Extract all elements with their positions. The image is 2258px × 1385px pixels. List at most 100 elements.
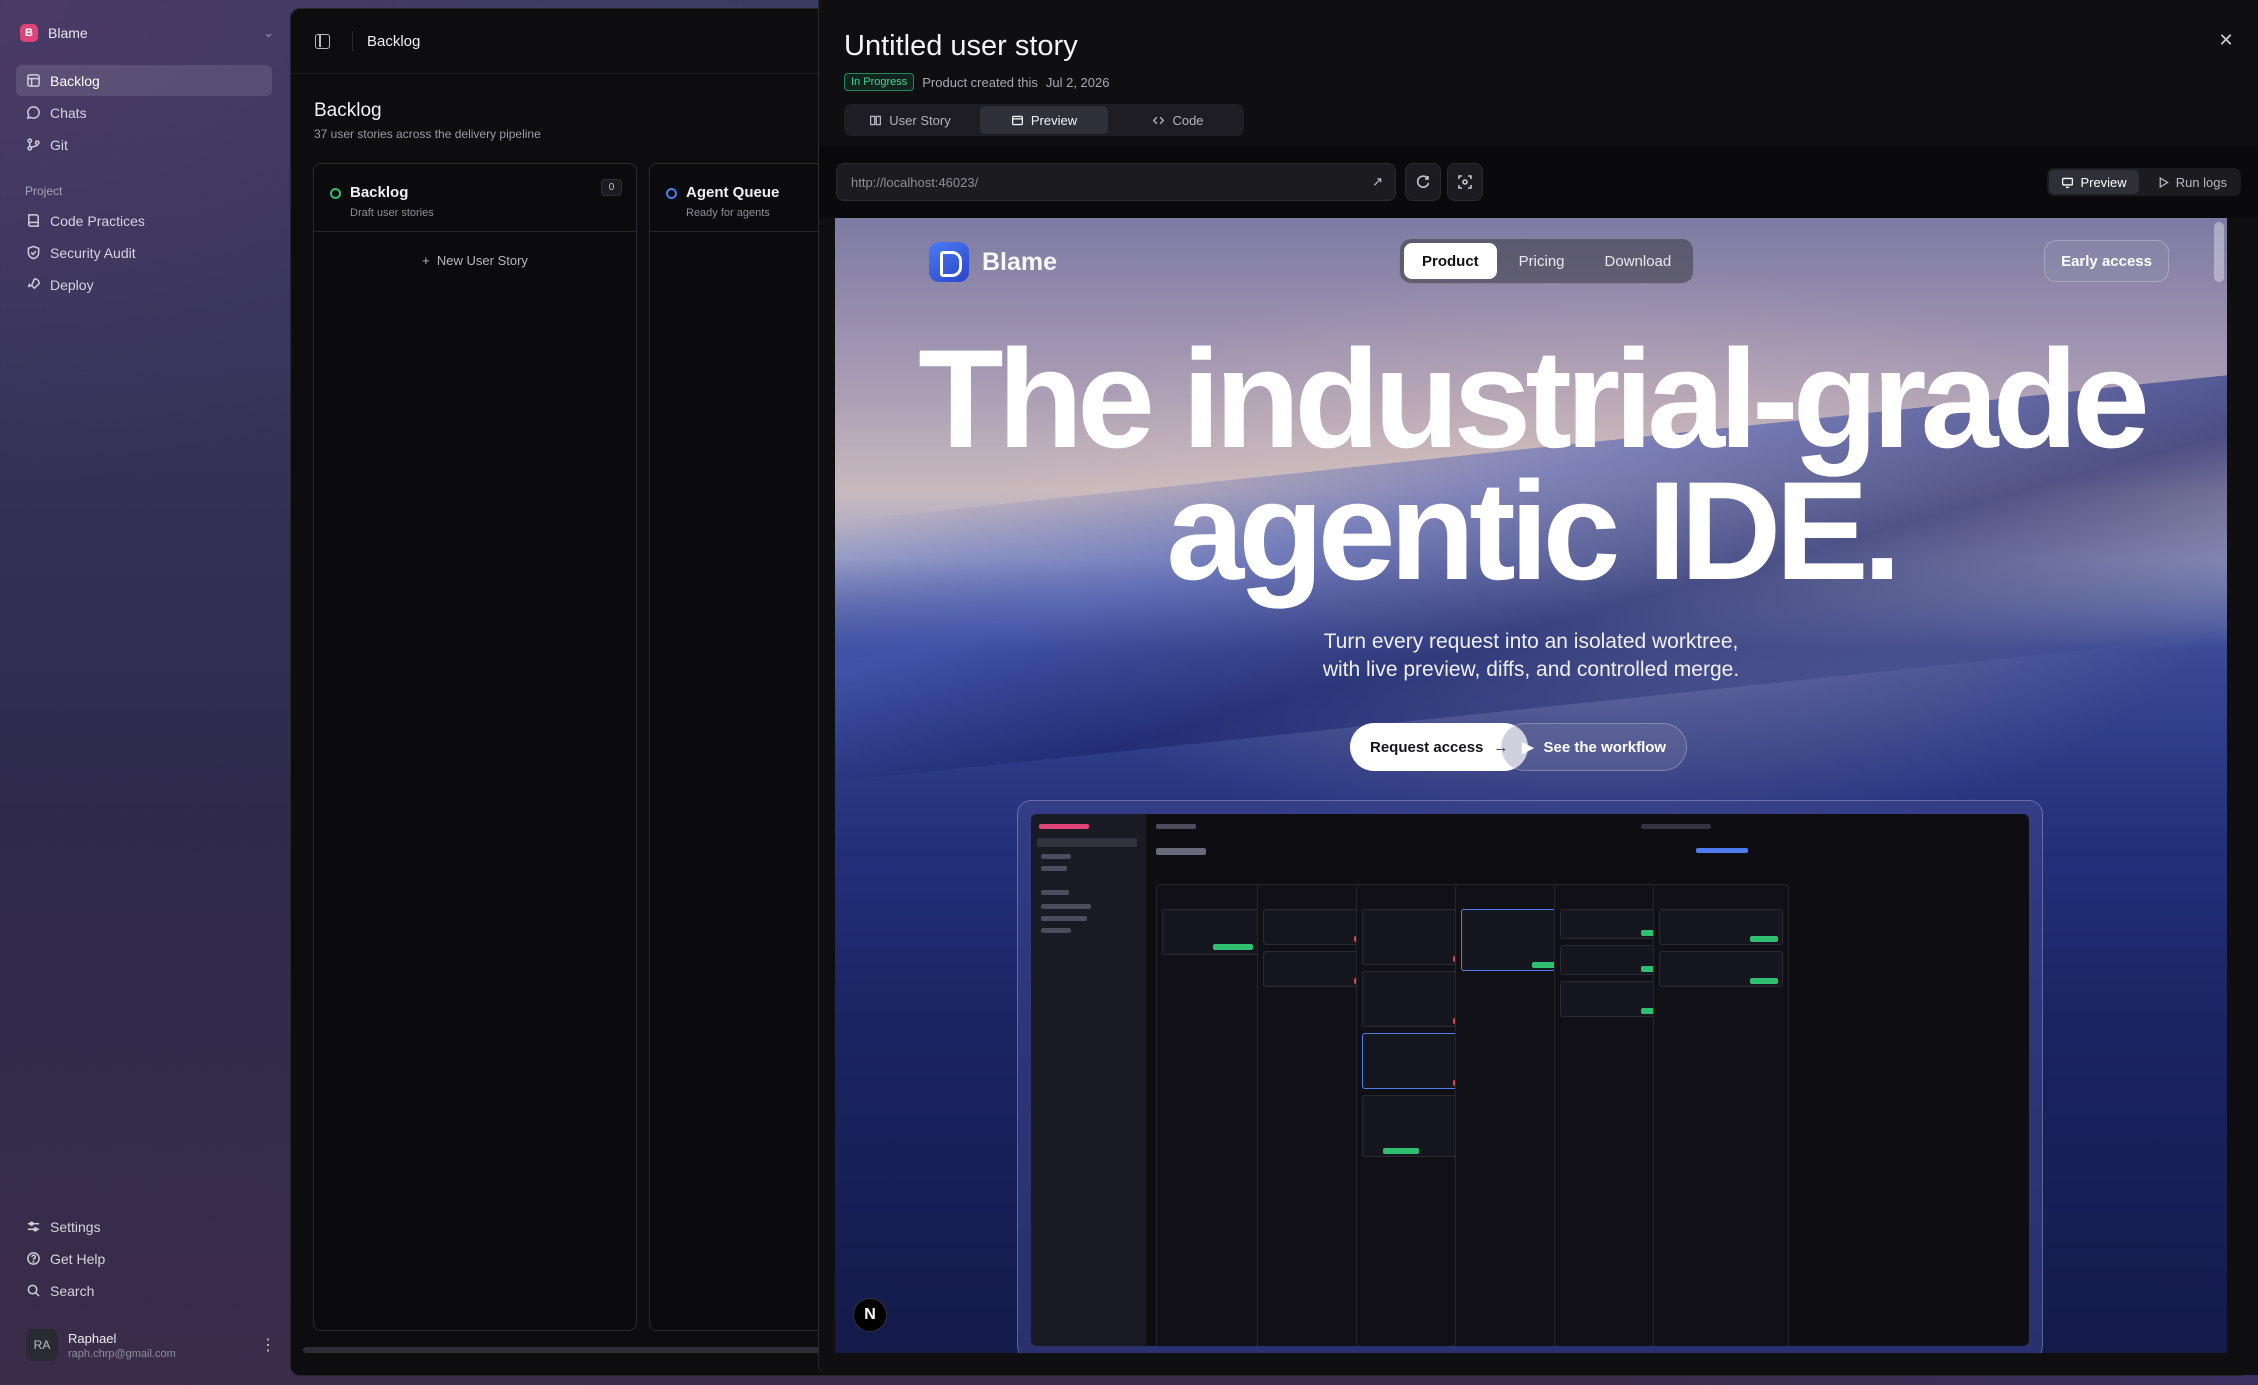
mock-line bbox=[1041, 890, 1069, 895]
close-icon: ✕ bbox=[2218, 29, 2234, 50]
mock-chip bbox=[1750, 978, 1778, 984]
mock-line bbox=[1041, 928, 1071, 933]
tab-label: User Story bbox=[889, 112, 951, 128]
sidebar-item-security-audit[interactable]: Security Audit bbox=[16, 237, 272, 268]
preview-toolbar: http://localhost:46023/ ↗ Preview Run lo… bbox=[819, 146, 2258, 218]
sidebar-item-label: Backlog bbox=[50, 72, 100, 89]
column-backlog: Backlog Draft user stories 0 + New User … bbox=[313, 163, 637, 1331]
mock-chip bbox=[1213, 944, 1253, 950]
screenshot-button[interactable] bbox=[1447, 163, 1483, 201]
product-screenshot-content bbox=[1031, 814, 2029, 1346]
sidebar-toggle-icon[interactable] bbox=[315, 33, 330, 49]
mock-line bbox=[1039, 824, 1089, 829]
preview-url-field[interactable]: http://localhost:46023/ ↗ bbox=[836, 163, 1396, 201]
run-logs-toggle-button[interactable]: Run logs bbox=[2145, 170, 2239, 194]
tab-preview[interactable]: Preview bbox=[980, 106, 1108, 134]
sidebar-item-chats[interactable]: Chats bbox=[16, 97, 272, 128]
hero-subtitle-line-1: Turn every request into an isolated work… bbox=[1323, 630, 1739, 653]
site-nav-product[interactable]: Product bbox=[1404, 243, 1497, 279]
sidebar-footer-nav: Settings Get Help Search bbox=[0, 1210, 288, 1307]
close-button[interactable]: ✕ bbox=[2212, 26, 2240, 54]
sidebar-item-backlog[interactable]: Backlog bbox=[16, 65, 272, 96]
window-icon bbox=[1011, 115, 1023, 125]
refresh-button[interactable] bbox=[1405, 163, 1441, 201]
workspace-switcher[interactable]: B Blame ⌄ bbox=[20, 16, 274, 50]
more-options-icon[interactable]: ⋮ bbox=[260, 1335, 276, 1355]
sidebar-item-deploy[interactable]: Deploy bbox=[16, 269, 272, 300]
hero-line-2: agentic IDE. bbox=[1166, 452, 1901, 609]
mock-card bbox=[1659, 909, 1783, 945]
sidebar-item-label: Code Practices bbox=[50, 212, 145, 229]
external-link-icon[interactable]: ↗ bbox=[1372, 174, 1383, 190]
sidebar-item-settings[interactable]: Settings bbox=[16, 1211, 272, 1242]
sidebar: B Blame ⌄ Backlog Chats Git Project Code… bbox=[0, 0, 288, 1385]
story-tabs: User Story Preview Code bbox=[844, 104, 1244, 136]
site-nav-download[interactable]: Download bbox=[1587, 243, 1690, 279]
sidebar-item-label: Get Help bbox=[50, 1250, 106, 1267]
status-dot-icon bbox=[330, 188, 341, 199]
mock-line bbox=[1696, 848, 1748, 853]
preview-toggle-button[interactable]: Preview bbox=[2049, 170, 2139, 194]
mock-line bbox=[1041, 866, 1067, 871]
site-brand[interactable]: Blame bbox=[929, 242, 1057, 282]
user-story-panel: Untitled user story In Progress Product … bbox=[818, 0, 2258, 1375]
screenshot-icon bbox=[1458, 175, 1472, 189]
rocket-icon bbox=[27, 278, 40, 290]
column-count-badge: 0 bbox=[601, 179, 622, 196]
sidebar-item-label: Security Audit bbox=[50, 244, 136, 261]
new-user-story-button[interactable]: + New User Story bbox=[314, 253, 636, 268]
site-nav-pricing[interactable]: Pricing bbox=[1501, 243, 1583, 279]
preview-scrollbar[interactable] bbox=[2214, 222, 2224, 282]
tab-user-story[interactable]: User Story bbox=[846, 106, 974, 134]
sidebar-item-get-help[interactable]: Get Help bbox=[16, 1243, 272, 1274]
avatar: RA bbox=[26, 1329, 58, 1361]
status-dot-icon bbox=[666, 188, 677, 199]
mock-line bbox=[1041, 904, 1091, 909]
status-badge: In Progress bbox=[844, 73, 915, 91]
story-title[interactable]: Untitled user story bbox=[844, 30, 1078, 63]
sidebar-item-search[interactable]: Search bbox=[16, 1275, 272, 1306]
workspace-name: Blame bbox=[48, 25, 88, 41]
tab-code[interactable]: Code bbox=[1114, 106, 1242, 134]
site-nav-menu: Product Pricing Download bbox=[1399, 238, 1695, 284]
breadcrumb: Backlog bbox=[367, 32, 421, 50]
sidebar-item-code-practices[interactable]: Code Practices bbox=[16, 205, 272, 236]
dev-tools-badge[interactable]: N bbox=[853, 1298, 887, 1332]
blame-logo-icon bbox=[929, 242, 969, 282]
code-icon bbox=[1153, 116, 1165, 124]
column-header: Backlog Draft user stories 0 bbox=[314, 164, 636, 232]
play-icon: ▶ bbox=[1522, 739, 1534, 756]
see-workflow-button[interactable]: ▶ See the workflow bbox=[1501, 723, 1688, 771]
chat-icon bbox=[26, 106, 40, 120]
help-icon bbox=[27, 1252, 40, 1265]
sidebar-item-label: Deploy bbox=[50, 276, 94, 293]
mock-line bbox=[1641, 824, 1711, 829]
mock-card bbox=[1659, 951, 1783, 987]
mock-chip bbox=[1750, 936, 1778, 942]
play-icon bbox=[2159, 176, 2169, 188]
hero-line-1: The industrial-grade bbox=[918, 320, 2150, 477]
project-section-label: Project bbox=[25, 184, 63, 198]
sidebar-item-git[interactable]: Git bbox=[16, 129, 272, 160]
column-subtitle: Draft user stories bbox=[350, 207, 434, 219]
user-email: raph.chrp@gmail.com bbox=[68, 1347, 176, 1360]
divider bbox=[352, 31, 353, 51]
monitor-icon bbox=[2062, 177, 2074, 188]
view-toggle: Preview Run logs bbox=[2047, 168, 2241, 196]
shield-icon bbox=[27, 245, 40, 260]
early-access-button[interactable]: Early access bbox=[2044, 240, 2169, 282]
toggle-label: Run logs bbox=[2175, 174, 2227, 190]
sidebar-item-label: Chats bbox=[50, 104, 87, 121]
tab-label: Preview bbox=[1030, 112, 1078, 128]
main-nav: Backlog Chats Git bbox=[0, 65, 288, 160]
sidebar-item-label: Settings bbox=[50, 1218, 101, 1235]
live-preview-frame[interactable]: Blame Product Pricing Download Early acc… bbox=[835, 218, 2227, 1353]
workspace-logo: B bbox=[20, 24, 38, 42]
product-screenshot bbox=[1017, 800, 2043, 1353]
mock-line bbox=[1156, 824, 1196, 829]
user-profile[interactable]: RA Raphael raph.chrp@gmail.com ⋮ bbox=[26, 1325, 276, 1365]
new-user-story-label: New User Story bbox=[436, 253, 528, 268]
toggle-label: Preview bbox=[2080, 174, 2127, 190]
git-icon bbox=[27, 138, 40, 151]
created-date: Jul 2, 2026 bbox=[1045, 74, 1110, 90]
